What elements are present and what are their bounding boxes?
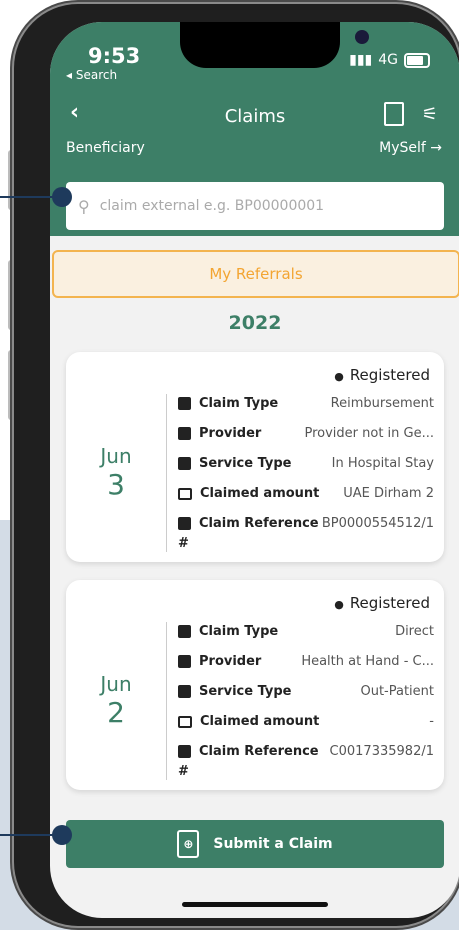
claim-row: Claim Reference C0017335982/1	[178, 744, 434, 759]
phone-frame: 9:53 ◂ Search ▮▮▮ 4G ‹ Claims ⚟ Benefici…	[14, 4, 459, 926]
row-value: Out-Patient	[360, 684, 434, 699]
row-label: Service Type	[199, 684, 292, 699]
claim-row: Service Type Out-Patient	[178, 684, 434, 699]
reference-hash: #	[178, 536, 189, 551]
notch	[180, 22, 369, 68]
beneficiary-selector[interactable]: MySelf →	[379, 140, 442, 156]
network-label: 4G	[378, 52, 398, 68]
search-input[interactable]	[97, 197, 422, 215]
back-to-search-link[interactable]: ◂ Search	[66, 68, 117, 82]
battery-icon	[404, 52, 430, 68]
row-value: In Hospital Stay	[331, 456, 434, 471]
row-label: Claim Reference	[199, 516, 319, 531]
row-value: Provider not in Ge...	[304, 426, 434, 441]
camera	[355, 30, 369, 44]
beneficiary-label: Beneficiary	[66, 140, 145, 156]
store-icon	[178, 655, 191, 668]
callout-line	[0, 196, 60, 198]
status-badge: Registered	[334, 594, 430, 612]
claim-card[interactable]: Jun 3 Registered Claim Type Reimbursemen…	[66, 352, 444, 562]
my-referrals-button[interactable]: My Referrals	[52, 250, 459, 298]
claim-row: Claim Reference BP0000554512/1	[178, 516, 434, 531]
claim-month: Jun	[100, 444, 132, 468]
phone-screen: 9:53 ◂ Search ▮▮▮ 4G ‹ Claims ⚟ Benefici…	[50, 22, 459, 918]
search-icon: ⚲	[78, 196, 90, 216]
credit-card-icon	[178, 487, 192, 500]
clipboard-icon	[178, 457, 191, 470]
submit-claim-button[interactable]: ⊕ Submit a Claim	[66, 820, 444, 868]
status-badge: Registered	[334, 366, 430, 384]
app-header: 9:53 ◂ Search ▮▮▮ 4G ‹ Claims ⚟ Benefici…	[50, 22, 459, 236]
row-label: Claim Reference	[199, 744, 319, 759]
claim-row: Provider Health at Hand - C...	[178, 654, 434, 669]
divider	[166, 622, 167, 780]
row-value: Reimbursement	[330, 396, 434, 411]
claim-day: 3	[107, 468, 125, 501]
home-indicator	[182, 902, 328, 907]
search-box[interactable]: ⚲	[66, 182, 444, 230]
clipboard-plus-icon: ⊕	[177, 830, 200, 858]
submit-claim-label: Submit a Claim	[213, 836, 333, 852]
reference-hash: #	[178, 764, 189, 779]
row-value: Health at Hand - C...	[301, 654, 434, 669]
document-icon[interactable]	[384, 102, 404, 126]
claim-card[interactable]: Jun 2 Registered Claim Type Direct Provi…	[66, 580, 444, 790]
row-label: Claim Type	[199, 396, 279, 411]
claim-day: 2	[107, 696, 125, 729]
callout-line	[0, 834, 60, 836]
row-label: Provider	[199, 426, 262, 441]
row-label: Claimed amount	[200, 714, 320, 729]
callout-dot	[52, 825, 72, 845]
row-label: Provider	[199, 654, 262, 669]
filter-icon[interactable]: ⚟	[422, 104, 438, 125]
store-icon	[178, 427, 191, 440]
row-value: BP0000554512/1	[321, 516, 434, 531]
signal-icon: ▮▮▮	[349, 52, 373, 68]
status-indicators: ▮▮▮ 4G	[349, 52, 430, 68]
clipboard-icon	[178, 685, 191, 698]
year-heading: 2022	[228, 312, 282, 334]
row-value: Direct	[395, 624, 434, 639]
credit-card-icon	[178, 715, 192, 728]
claim-row: Claim Type Reimbursement	[178, 396, 434, 411]
claim-row: Service Type In Hospital Stay	[178, 456, 434, 471]
beneficiary-value: MySelf	[379, 140, 426, 156]
row-value: -	[429, 714, 434, 729]
row-label: Claim Type	[199, 624, 279, 639]
row-value: UAE Dirham 2	[343, 486, 434, 501]
claim-month: Jun	[100, 672, 132, 696]
status-time: 9:53	[88, 44, 141, 68]
document-icon	[178, 625, 191, 638]
claim-row: Provider Provider not in Ge...	[178, 426, 434, 441]
claim-row: Claimed amount -	[178, 714, 434, 729]
callout-dot	[52, 187, 72, 207]
row-label: Service Type	[199, 456, 292, 471]
document-icon	[178, 397, 191, 410]
arrow-right-icon: →	[430, 140, 442, 156]
claim-row: Claimed amount UAE Dirham 2	[178, 486, 434, 501]
divider	[166, 394, 167, 552]
message-icon	[178, 745, 191, 758]
row-label: Claimed amount	[200, 486, 320, 501]
claim-row: Claim Type Direct	[178, 624, 434, 639]
row-value: C0017335982/1	[329, 744, 434, 759]
message-icon	[178, 517, 191, 530]
